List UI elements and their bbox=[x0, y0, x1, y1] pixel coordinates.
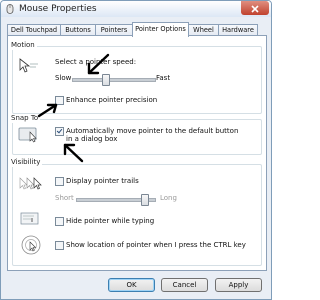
show-location-checkbox[interactable] bbox=[55, 241, 64, 250]
mouse-icon bbox=[6, 4, 14, 14]
show-location-label: Show location of pointer when I press th… bbox=[66, 241, 246, 249]
tab-pointer-options[interactable]: Pointer Options bbox=[132, 22, 189, 37]
pointer-trails-icon bbox=[19, 177, 42, 190]
apply-button[interactable]: Apply bbox=[215, 278, 262, 292]
auto-move-label: Automatically move pointer to the defaul… bbox=[66, 127, 239, 143]
window-title: Mouse Properties bbox=[19, 4, 97, 14]
hide-pointer-label: Hide pointer while typing bbox=[66, 217, 155, 225]
snap-to-icon bbox=[18, 127, 37, 143]
cancel-button[interactable]: Cancel bbox=[161, 278, 208, 292]
annotation-arrow-speed bbox=[87, 53, 110, 75]
show-location-icon bbox=[21, 235, 41, 255]
auto-move-checkbox[interactable] bbox=[55, 127, 64, 136]
short-label: Short bbox=[55, 194, 74, 202]
hide-pointer-icon bbox=[20, 212, 39, 225]
close-icon bbox=[251, 5, 259, 13]
pointer-speed-track[interactable] bbox=[72, 78, 156, 82]
mouse-properties-window: Mouse Properties Dell Touchpad Buttons P… bbox=[0, 0, 272, 300]
tab-strip: Dell Touchpad Buttons Pointers Pointer O… bbox=[7, 22, 267, 37]
pointer-options-panel: Motion Select a pointer speed: Slow Fast… bbox=[7, 35, 267, 271]
annotation-arrow-precision bbox=[37, 103, 58, 118]
pointer-trails-label: Display pointer trails bbox=[66, 177, 139, 185]
annotation-arrow-snap bbox=[63, 143, 84, 163]
visibility-group-label: Visibility bbox=[9, 158, 43, 167]
hide-pointer-checkbox[interactable] bbox=[55, 217, 64, 226]
motion-group-label: Motion bbox=[9, 41, 37, 50]
pointer-trails-checkbox[interactable] bbox=[55, 177, 64, 186]
title-bar: Mouse Properties bbox=[1, 1, 271, 17]
close-button[interactable] bbox=[241, 1, 269, 15]
snap-to-group-label: Snap To bbox=[9, 114, 41, 123]
trail-length-thumb[interactable] bbox=[140, 194, 149, 206]
fast-label: Fast bbox=[156, 74, 171, 82]
ok-button[interactable]: OK bbox=[108, 278, 155, 292]
long-label: Long bbox=[160, 194, 177, 202]
pointer-speed-icon bbox=[19, 58, 38, 73]
slow-label: Slow bbox=[55, 74, 72, 82]
enhance-precision-label: Enhance pointer precision bbox=[66, 96, 158, 104]
